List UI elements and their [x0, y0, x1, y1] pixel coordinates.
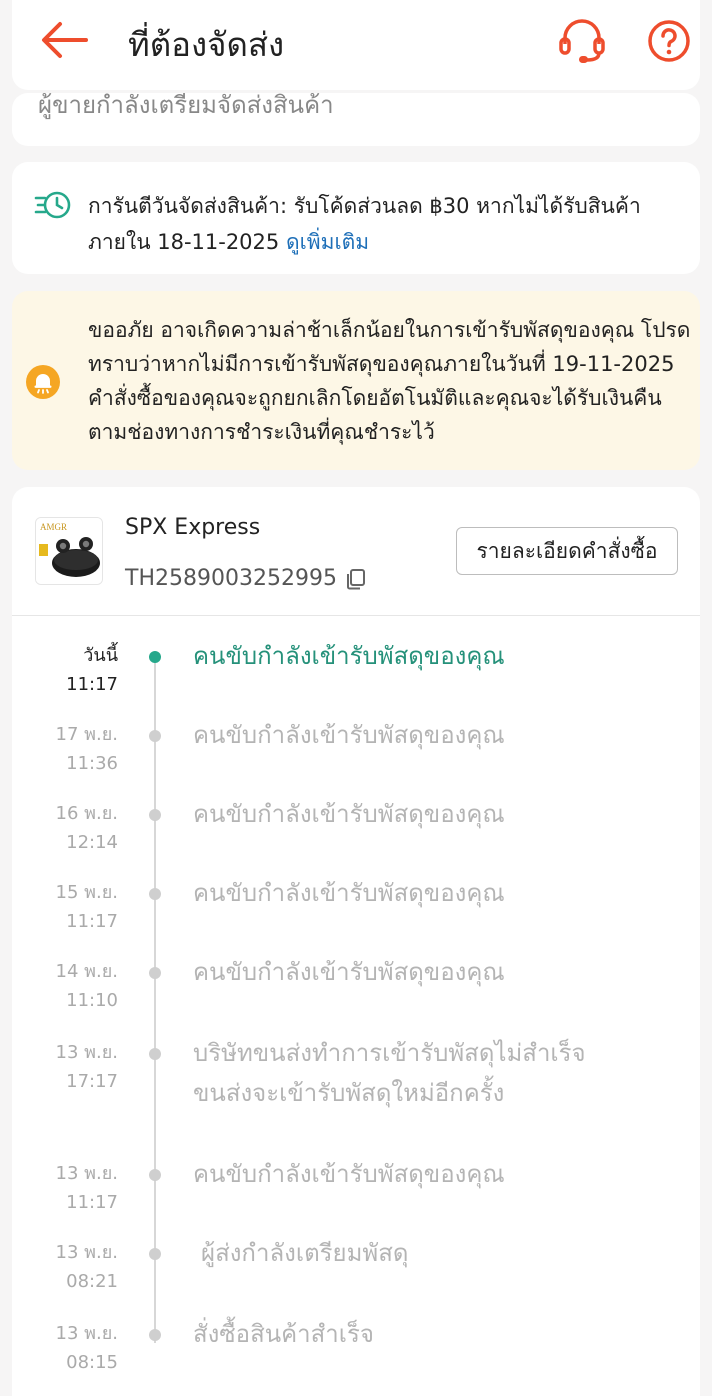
earbuds-product-image: AMGR: [36, 518, 102, 584]
timeline-time: 11:10: [66, 990, 118, 1011]
help-button[interactable]: [642, 14, 696, 68]
delivery-guarantee-card[interactable]: การันตีวันจัดส่งสินค้า: รับโค้ดส่วนลด ฿3…: [12, 162, 700, 274]
timeline-dot: [149, 809, 161, 821]
timeline-status: คนขับกำลังเข้ารับพัสดุของคุณ: [193, 958, 505, 986]
timeline-day: วันนี้: [83, 645, 118, 666]
seller-status-card: ผู้ขายกำลังเตรียมจัดส่งสินค้า: [12, 93, 700, 146]
tracking-number-row: TH2589003252995: [125, 566, 367, 591]
shipment-tracking-card: AMGR SPX Express TH2589003252995 รายละเอ…: [12, 487, 700, 1396]
timeline-date: 16 พ.ย. 12:14: [22, 799, 118, 857]
timeline-status: คนขับกำลังเข้ารับพัสดุของคุณ: [193, 721, 505, 749]
timeline-dot: [149, 1329, 161, 1341]
timeline-status: ผู้ส่งกำลังเตรียมพัสดุ: [201, 1239, 409, 1267]
fast-delivery-clock-icon: [34, 191, 71, 219]
timeline-status: คนขับกำลังเข้ารับพัสดุของคุณ: [193, 1160, 505, 1188]
timeline-day: 17 พ.ย.: [55, 724, 118, 745]
order-details-button[interactable]: รายละเอียดคำสั่งซื้อ: [456, 527, 678, 575]
timeline-day: 13 พ.ย.: [55, 1242, 118, 1263]
timeline-date: 13 พ.ย. 08:15: [22, 1319, 118, 1377]
timeline-time: 11:17: [66, 1192, 118, 1213]
copy-icon[interactable]: [345, 568, 367, 590]
delay-notice-card: ขออภัย อาจเกิดความล่าช้าเล็กน้อยในการเข้…: [12, 291, 700, 470]
timeline-status: คนขับกำลังเข้ารับพัสดุของคุณ: [193, 800, 505, 828]
customer-service-button[interactable]: [555, 16, 609, 66]
product-thumbnail[interactable]: AMGR: [35, 517, 103, 585]
tracking-number: TH2589003252995: [125, 566, 337, 591]
see-more-link[interactable]: ดูเพิ่มเติม: [286, 230, 369, 254]
timeline-dot: [149, 1169, 161, 1181]
timeline-date: 14 พ.ย. 11:10: [22, 957, 118, 1015]
timeline-day: 14 พ.ย.: [55, 961, 118, 982]
page-title: ที่ต้องจัดส่ง: [128, 25, 285, 64]
timeline-track: [154, 653, 156, 1343]
delivery-guarantee-text: การันตีวันจัดส่งสินค้า: รับโค้ดส่วนลด ฿3…: [88, 188, 678, 260]
timeline-time: 12:14: [66, 832, 118, 853]
timeline-time: 11:17: [66, 674, 118, 695]
timeline-date: 17 พ.ย. 11:36: [22, 720, 118, 778]
timeline-time: 17:17: [66, 1071, 118, 1092]
timeline-dot: [149, 967, 161, 979]
timeline-time: 11:17: [66, 911, 118, 932]
timeline-day: 15 พ.ย.: [55, 882, 118, 903]
timeline-dot: [149, 730, 161, 742]
timeline-date: 15 พ.ย. 11:17: [22, 878, 118, 936]
timeline-day: 13 พ.ย.: [55, 1042, 118, 1063]
seller-status-text: ผู้ขายกำลังเตรียมจัดส่งสินค้า: [38, 93, 334, 119]
section-divider: [12, 615, 700, 616]
timeline-status: สั่งซื้อสินค้าสำเร็จ: [193, 1320, 374, 1348]
question-circle-icon: [648, 20, 690, 62]
timeline-status: บริษัทขนส่งทำการเข้ารับพัสดุไม่สำเร็จ ขน…: [193, 1039, 586, 1107]
brand-logo-text: AMGR: [40, 522, 67, 532]
back-arrow-icon: [42, 22, 88, 58]
timeline-status: คนขับกำลังเข้ารับพัสดุของคุณ: [193, 642, 505, 670]
headset-icon: [559, 19, 605, 63]
timeline-day: 13 พ.ย.: [55, 1323, 118, 1344]
back-button[interactable]: [38, 18, 94, 62]
timeline-day: 13 พ.ย.: [55, 1163, 118, 1184]
timeline-dot: [149, 1248, 161, 1260]
timeline-time: 08:21: [66, 1271, 118, 1292]
timeline-day: 16 พ.ย.: [55, 803, 118, 824]
timeline-time: 11:36: [66, 753, 118, 774]
timeline-time: 08:15: [66, 1352, 118, 1373]
timeline-date: 13 พ.ย. 11:17: [22, 1159, 118, 1217]
timeline-dot: [149, 888, 161, 900]
top-app-bar: ที่ต้องจัดส่ง: [12, 0, 700, 90]
timeline-dot-active: [149, 651, 161, 663]
timeline-date: วันนี้ 11:17: [22, 641, 118, 699]
timeline-date: 13 พ.ย. 17:17: [22, 1038, 118, 1096]
carrier-name: SPX Express: [125, 515, 261, 540]
delay-notice-text: ขออภัย อาจเกิดความล่าช้าเล็กน้อยในการเข้…: [88, 318, 691, 444]
timeline-status: คนขับกำลังเข้ารับพัสดุของคุณ: [193, 879, 505, 907]
alert-bell-icon: [26, 365, 60, 399]
timeline-date: 13 พ.ย. 08:21: [22, 1238, 118, 1296]
timeline-dot: [149, 1048, 161, 1060]
